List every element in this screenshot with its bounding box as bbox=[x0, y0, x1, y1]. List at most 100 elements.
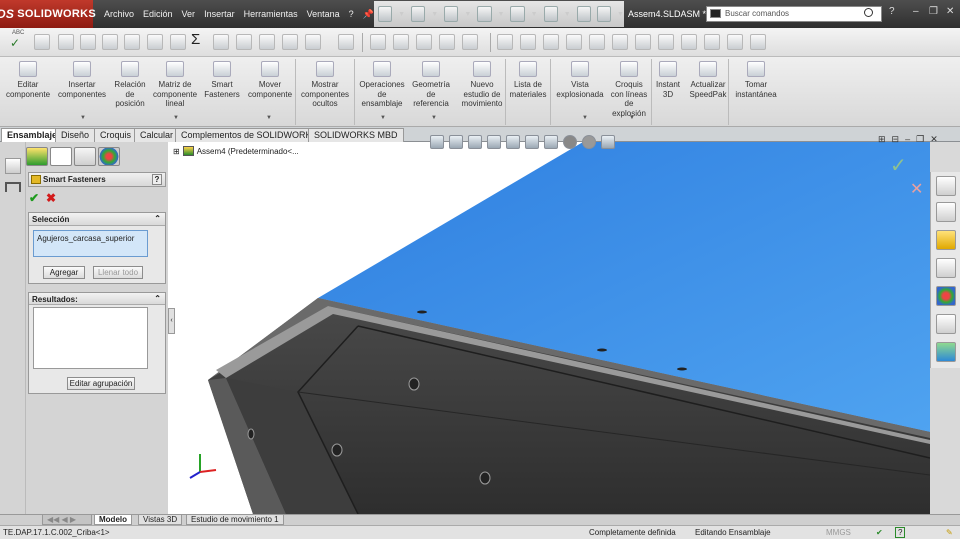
save-icon[interactable] bbox=[444, 6, 459, 22]
cmd-edit-component-button[interactable]: Editar componente bbox=[4, 61, 52, 99]
view-orientation-icon[interactable] bbox=[506, 135, 520, 149]
cmd-smart-fasteners-button[interactable]: Smart Fasteners bbox=[203, 61, 241, 99]
zoom-to-area-icon[interactable] bbox=[449, 135, 463, 149]
viewport-restore-icon[interactable]: ❐ bbox=[916, 134, 924, 145]
menu-herramientas[interactable]: Herramientas bbox=[244, 9, 298, 19]
pin-icon[interactable]: 📌 bbox=[363, 9, 374, 20]
appearances-icon[interactable] bbox=[936, 286, 956, 306]
cmd-instant-3d-button[interactable]: Instant 3D bbox=[652, 61, 684, 99]
ok-button[interactable]: ✔ bbox=[29, 191, 39, 205]
tool-27-icon[interactable] bbox=[658, 34, 674, 50]
minimize-button[interactable]: – bbox=[913, 6, 919, 17]
open-document-icon[interactable] bbox=[411, 6, 426, 22]
menu-edicion[interactable]: Edición bbox=[143, 9, 173, 19]
selection-item[interactable]: Agujeros_carcasa_superior bbox=[37, 234, 134, 243]
cmd-mate-button[interactable]: Relación de posición bbox=[112, 61, 148, 109]
panel-collapse-handle[interactable]: ‹ bbox=[168, 308, 175, 334]
menu-help[interactable]: ? bbox=[349, 9, 354, 19]
add-button[interactable]: Agregar bbox=[43, 266, 85, 279]
graphics-area[interactable]: ✓ ✕ bbox=[168, 142, 930, 514]
tool-3-icon[interactable] bbox=[80, 34, 96, 50]
tree-root-label[interactable]: Assem4 (Predeterminado<... bbox=[197, 147, 299, 156]
status-help[interactable]: ? bbox=[895, 527, 906, 538]
tool-17-icon[interactable] bbox=[416, 34, 432, 50]
dropdown-arrow-icon[interactable]: ▼ bbox=[582, 115, 588, 121]
tool-4-icon[interactable] bbox=[102, 34, 118, 50]
viewport-minimize-icon[interactable]: – bbox=[905, 134, 910, 145]
cmd-move-component-button[interactable]: Mover componente bbox=[244, 61, 296, 99]
cancel-button[interactable]: ✖ bbox=[46, 191, 56, 205]
tab-vistas-3d[interactable]: Vistas 3D bbox=[138, 515, 183, 525]
tool-15-icon[interactable] bbox=[370, 34, 386, 50]
sum-icon[interactable]: Σ bbox=[191, 31, 207, 48]
help-button[interactable]: ? bbox=[889, 6, 895, 17]
resources-icon[interactable] bbox=[936, 202, 956, 222]
tool-31-icon[interactable] bbox=[750, 34, 766, 50]
selection-list[interactable]: Agujeros_carcasa_superior bbox=[33, 230, 148, 257]
menu-ventana[interactable]: Ventana bbox=[307, 9, 340, 19]
fill-all-button[interactable]: Llenar todo bbox=[93, 266, 143, 279]
tool-30-icon[interactable] bbox=[727, 34, 743, 50]
view-settings-icon[interactable] bbox=[601, 135, 615, 149]
tool-26-icon[interactable] bbox=[635, 34, 651, 50]
tool-29-icon[interactable] bbox=[704, 34, 720, 50]
menu-archivo[interactable]: Archivo bbox=[104, 9, 134, 19]
tool-14-icon[interactable] bbox=[338, 34, 354, 50]
menu-insertar[interactable]: Insertar bbox=[204, 9, 235, 19]
dropdown-arrow-icon[interactable]: ▼ bbox=[431, 115, 437, 121]
tool-22-icon[interactable] bbox=[543, 34, 559, 50]
selection-group-header[interactable]: Selección ⌃ bbox=[29, 213, 165, 226]
tab-complementos[interactable]: Complementos de SOLIDWORKS bbox=[175, 128, 324, 142]
previous-view-icon[interactable] bbox=[468, 135, 482, 149]
tool-23-icon[interactable] bbox=[566, 34, 582, 50]
viewport-split-icon[interactable]: ⊟ bbox=[892, 134, 900, 145]
folder-icon[interactable] bbox=[936, 230, 956, 250]
expand-icon[interactable]: ⊞ bbox=[173, 147, 180, 156]
results-list[interactable] bbox=[33, 307, 148, 369]
configuration-manager-tab-icon[interactable] bbox=[74, 147, 96, 166]
tool-28-icon[interactable] bbox=[681, 34, 697, 50]
cmd-exploded-view-button[interactable]: Vista explosionada bbox=[554, 61, 606, 99]
select-icon[interactable] bbox=[543, 6, 558, 22]
pencil-icon[interactable]: ✎ bbox=[946, 528, 953, 537]
custom-properties-icon[interactable] bbox=[936, 314, 956, 334]
tool-25-icon[interactable] bbox=[612, 34, 628, 50]
solidworks-logo[interactable]: DSSOLIDWORKS bbox=[0, 0, 96, 28]
sketch-icon[interactable] bbox=[5, 158, 21, 174]
collapse-icon[interactable]: ⌃ bbox=[154, 214, 161, 223]
tool-11-icon[interactable] bbox=[259, 34, 275, 50]
section-view-icon[interactable] bbox=[487, 135, 501, 149]
undo-icon[interactable] bbox=[510, 6, 525, 22]
close-button[interactable]: ✕ bbox=[946, 6, 954, 17]
3d-sketch-icon[interactable] bbox=[497, 34, 513, 50]
hide-show-icon[interactable] bbox=[544, 135, 558, 149]
menu-ver[interactable]: Ver bbox=[182, 9, 196, 19]
display-manager-tab-icon[interactable] bbox=[98, 147, 120, 166]
search-icon[interactable] bbox=[864, 8, 873, 17]
dropdown-arrow-icon[interactable]: ▼ bbox=[380, 115, 386, 121]
tab-calcular[interactable]: Calcular bbox=[134, 128, 180, 142]
tool-24-icon[interactable] bbox=[589, 34, 605, 50]
tab-estudio-movimiento[interactable]: Estudio de movimiento 1 bbox=[186, 515, 284, 525]
cmd-reference-geometry-button[interactable]: Geometría de referencia bbox=[409, 61, 453, 109]
property-manager-tab-icon[interactable] bbox=[50, 147, 72, 166]
new-document-icon[interactable] bbox=[378, 6, 393, 22]
appearance-icon[interactable] bbox=[563, 135, 577, 149]
cmd-motion-study-button[interactable]: Nuevo estudio de movimiento bbox=[459, 61, 505, 109]
cmd-speedpak-button[interactable]: Actualizar SpeedPak bbox=[688, 61, 728, 99]
search-commands-input[interactable]: Buscar comandos bbox=[706, 6, 882, 22]
cmd-explode-line-sketch-button[interactable]: Croquis con líneas de explosión bbox=[609, 61, 649, 118]
tool-10-icon[interactable] bbox=[236, 34, 252, 50]
edit-grouping-button[interactable]: Editar agrupación bbox=[67, 377, 135, 390]
viewport-close-icon[interactable]: ✕ bbox=[930, 134, 938, 145]
dropdown-arrow-icon[interactable]: ▼ bbox=[629, 115, 635, 121]
help-button[interactable]: ? bbox=[152, 174, 162, 185]
results-group-header[interactable]: Resultados: ⌃ bbox=[29, 293, 165, 305]
cmd-bom-button[interactable]: Lista de materiales bbox=[508, 61, 548, 99]
tab-modelo[interactable]: Modelo bbox=[94, 515, 132, 525]
tool-19-icon[interactable] bbox=[462, 34, 478, 50]
feature-manager-tab-icon[interactable] bbox=[26, 147, 48, 166]
tool-2-icon[interactable] bbox=[58, 34, 74, 50]
file-explorer-icon[interactable] bbox=[936, 258, 956, 278]
model-viewport[interactable]: ✓ ✕ bbox=[168, 142, 930, 514]
